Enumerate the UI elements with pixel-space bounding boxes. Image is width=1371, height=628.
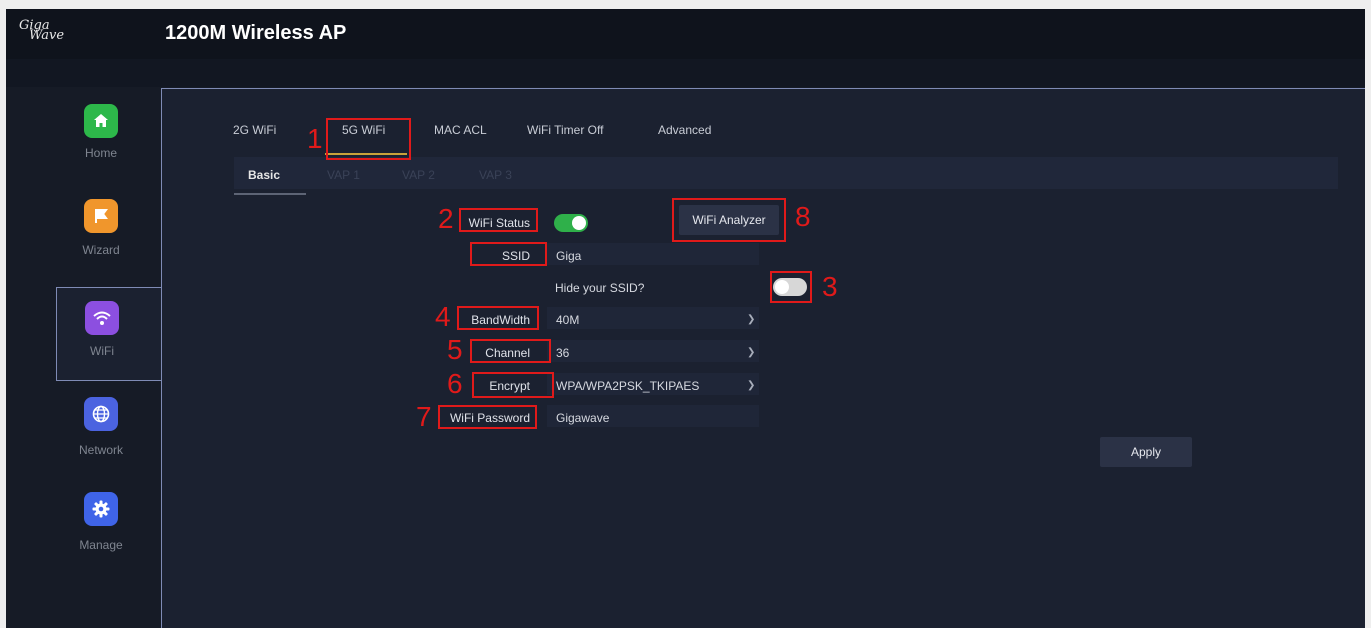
globe-icon [84,397,118,431]
sidebar: Home Wizard WiFi Network Manage [6,87,161,628]
annotation-number-6: 6 [447,368,463,399]
subtab-vap-3[interactable]: VAP 3 [479,168,512,182]
chevron-down-icon: ❯ [747,347,756,358]
annotation-number-5: 5 [447,334,463,365]
sidebar-item-label: Wizard [82,243,120,257]
app-title: 1200M Wireless AP [165,22,347,44]
subtab-vap-2[interactable]: VAP 2 [402,168,435,182]
hide-ssid-label: Hide your SSID? [555,281,645,295]
annotation-number-1: 1 [307,123,323,154]
annotation-box-8 [672,198,786,242]
annotation-box-7 [438,405,537,429]
sidebar-item-label: Manage [79,538,123,552]
annotation-number-8: 8 [795,201,811,232]
active-subtab-indicator [234,193,306,195]
annotation-box-3 [770,271,812,303]
app-frame: Giga Wave 1200M Wireless AP Home Wizard [6,9,1365,628]
flag-icon [84,199,118,233]
encrypt-value: WPA/WPA2PSK_TKIPAES [556,379,700,393]
logo: Giga Wave [19,19,64,42]
chevron-down-icon: ❯ [747,314,756,325]
sidebar-item-network[interactable]: Network [56,392,161,486]
sidebar-item-home[interactable]: Home [56,99,161,193]
subtab-basic[interactable]: Basic [248,168,280,182]
home-icon [84,104,118,138]
sidebar-item-label: WiFi [90,344,114,358]
wifi-status-toggle[interactable] [554,214,588,232]
annotation-number-2: 2 [438,203,454,234]
annotation-box-ssid [470,242,547,266]
annotation-box-4 [457,306,539,330]
ssid-value: Giga [556,249,582,263]
header: Giga Wave 1200M Wireless AP [6,9,1365,59]
annotation-number-3: 3 [822,271,838,302]
channel-select[interactable] [547,340,759,362]
header-subbar [6,59,1365,87]
subtab-vap-1[interactable]: VAP 1 [327,168,360,182]
annotation-box-6 [472,372,554,398]
sidebar-item-label: Home [84,146,117,160]
tab-mac-acl[interactable]: MAC ACL [434,123,487,137]
sidebar-item-label: Network [78,443,123,457]
annotation-number-4: 4 [435,301,451,332]
tab-advanced[interactable]: Advanced [658,123,711,137]
content-panel: 2G WiFi 5G WiFi MAC ACL WiFi Timer Off A… [161,88,1365,628]
tab-2g-wifi[interactable]: 2G WiFi [233,123,276,137]
channel-value: 36 [556,346,570,360]
tab-wifi-timer-off[interactable]: WiFi Timer Off [527,123,603,137]
annotation-box-5 [470,339,551,363]
bandwidth-value: 40M [556,313,580,327]
annotation-number-7: 7 [416,401,432,432]
gear-icon [84,492,118,526]
annotation-box-2 [459,208,538,232]
wifi-icon [85,301,119,335]
subtab-bar [234,157,1338,189]
annotation-box-1 [326,118,411,160]
toggle-knob [572,216,586,230]
sidebar-item-wifi[interactable]: WiFi [56,287,161,381]
apply-button[interactable]: Apply [1100,437,1192,467]
wifi-password-value: Gigawave [556,411,610,425]
chevron-down-icon: ❯ [747,380,756,391]
sidebar-item-manage[interactable]: Manage [56,487,161,581]
sidebar-item-wizard[interactable]: Wizard [56,194,161,288]
